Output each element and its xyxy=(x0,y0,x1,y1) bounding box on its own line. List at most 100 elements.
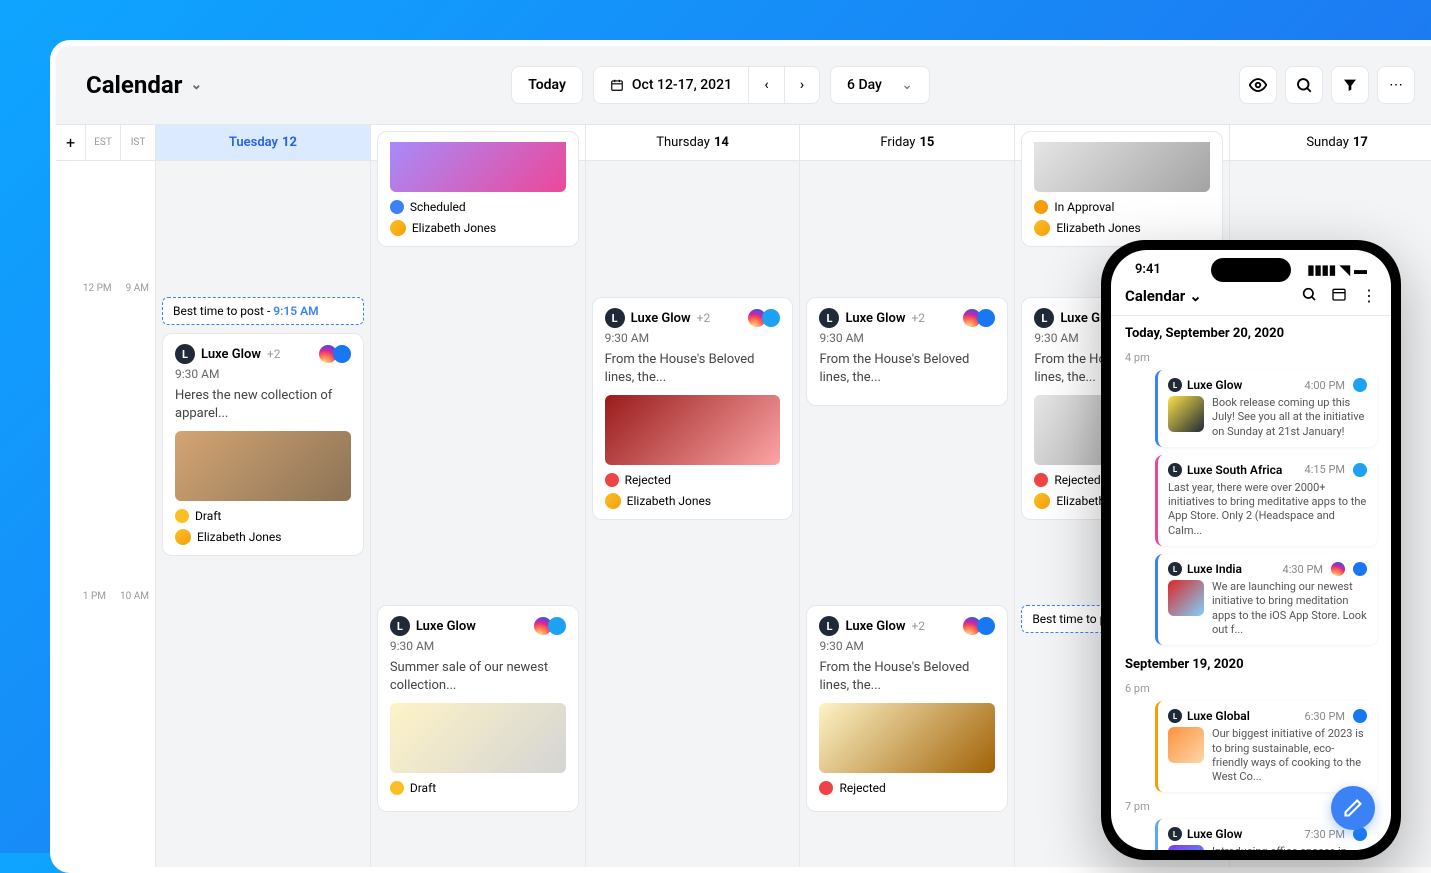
time-label: 12 PM9 AM xyxy=(83,283,149,294)
phone-mockup: 9:41 ▮▮▮▮ ◥ ▬ Calendar ⌄ ⋮ Today, Septem… xyxy=(1101,240,1401,860)
post-thumbnail xyxy=(605,395,781,465)
day-column-tue: Tuesday 12 Best time to post - 9:15 AM L… xyxy=(156,125,371,873)
status-draft-icon xyxy=(390,781,404,795)
eye-icon xyxy=(1249,76,1267,94)
user-name: Elizabeth Jones xyxy=(197,530,281,544)
post-thumbnail xyxy=(1168,396,1204,432)
post-time: 4:00 PM xyxy=(1305,379,1345,392)
user-name: Elizabeth Jones xyxy=(1056,221,1140,235)
more-count: +2 xyxy=(267,347,281,361)
phone-body[interactable]: Today, September 20, 2020 4 pm L Luxe Gl… xyxy=(1111,316,1391,850)
post-preview: Heres the new collection of apparel... xyxy=(175,387,351,423)
day-column-fri: Friday 15 L Luxe Glow +2 9:30 AM From th… xyxy=(800,125,1015,873)
post-card[interactable]: In Approval Elizabeth Jones xyxy=(1021,131,1223,247)
day-header[interactable]: Friday 15 xyxy=(800,125,1014,161)
post-preview: Summer sale of our newest collection... xyxy=(390,659,566,695)
instagram-icon xyxy=(1331,562,1345,576)
compose-fab[interactable] xyxy=(1331,786,1375,830)
date-range-button[interactable]: Oct 12-17, 2021 xyxy=(593,66,748,104)
brand-name: Luxe India xyxy=(1187,562,1242,576)
post-thumbnail xyxy=(1168,727,1204,763)
twitter-icon xyxy=(1353,463,1367,477)
post-card[interactable]: L Luxe Glow +2 9:30 AM From the House's … xyxy=(592,297,794,520)
social-badges xyxy=(967,617,995,635)
post-time: 7:30 PM xyxy=(1305,828,1345,841)
status-rejected-icon xyxy=(1034,473,1048,487)
more-count: +2 xyxy=(911,619,925,633)
more-vertical-icon[interactable]: ⋮ xyxy=(1361,286,1377,305)
twitter-icon xyxy=(548,617,566,635)
post-preview: Last year, there were over 2000+ initiat… xyxy=(1168,481,1367,538)
today-button[interactable]: Today xyxy=(511,66,583,104)
status-rejected-icon xyxy=(605,473,619,487)
brand-name: Luxe Glow xyxy=(631,311,691,326)
day-column-thu: Thursday 14 L Luxe Glow +2 9:30 AM From … xyxy=(586,125,801,873)
mobile-post-card[interactable]: L Luxe India 4:30 PM We are launching ou… xyxy=(1155,554,1377,645)
brand-name: Luxe Glow xyxy=(416,619,476,634)
user-avatar xyxy=(1034,493,1050,509)
post-card[interactable]: L Luxe Glow 9:30 AM Summer sale of our n… xyxy=(377,605,579,812)
day-header[interactable]: Sunday 17 xyxy=(1230,125,1431,161)
timezone-1: EST xyxy=(86,125,121,160)
date-nav: Oct 12-17, 2021 ‹ › xyxy=(593,66,820,104)
search-button[interactable] xyxy=(1285,66,1323,104)
calendar-icon[interactable] xyxy=(1331,286,1347,305)
post-card[interactable]: Scheduled Elizabeth Jones xyxy=(377,131,579,247)
more-button[interactable]: ⋯ xyxy=(1377,66,1415,104)
more-count: +2 xyxy=(911,311,925,325)
filter-button[interactable] xyxy=(1331,66,1369,104)
post-time: 9:30 AM xyxy=(390,639,566,653)
phone-title[interactable]: Calendar ⌄ xyxy=(1125,287,1202,305)
status-label: Scheduled xyxy=(410,200,466,214)
status-label: In Approval xyxy=(1054,200,1114,214)
facebook-icon xyxy=(1353,709,1367,723)
facebook-icon xyxy=(1353,562,1367,576)
status-label: Draft xyxy=(410,781,436,795)
day-column-wed: Wednesday 13 Scheduled Elizabeth Jones L… xyxy=(371,125,586,873)
next-button[interactable]: › xyxy=(784,66,820,104)
brand-avatar: L xyxy=(175,344,195,364)
prev-button[interactable]: ‹ xyxy=(748,66,784,104)
search-icon[interactable] xyxy=(1301,286,1317,305)
post-time: 4:15 PM xyxy=(1305,463,1345,476)
post-card[interactable]: L Luxe Glow +2 9:30 AM Heres the new col… xyxy=(162,333,364,556)
user-avatar xyxy=(390,220,406,236)
phone-clock: 9:41 xyxy=(1135,262,1161,278)
status-rejected-icon xyxy=(819,781,833,795)
post-time: 9:30 AM xyxy=(175,367,351,381)
post-thumbnail xyxy=(390,703,566,773)
post-preview: Introducing office spaces in towering sk… xyxy=(1212,845,1367,850)
brand-name: Luxe Glow xyxy=(845,311,905,326)
hour-label: 4 pm xyxy=(1125,351,1377,364)
view-select[interactable]: 6 Day ⌄ xyxy=(830,66,930,104)
page-title-group[interactable]: Calendar ⌄ xyxy=(86,71,202,99)
mobile-post-card[interactable]: L Luxe Global 6:30 PM Our biggest initia… xyxy=(1155,701,1377,792)
edit-icon xyxy=(1343,798,1363,818)
brand-avatar: L xyxy=(1168,827,1182,841)
status-label: Rejected xyxy=(625,473,671,487)
post-time: 9:30 AM xyxy=(819,639,995,653)
visibility-button[interactable] xyxy=(1239,66,1277,104)
mobile-post-card[interactable]: L Luxe Glow 4:00 PM Book release coming … xyxy=(1155,370,1377,447)
post-card[interactable]: L Luxe Glow +2 9:30 AM From the House's … xyxy=(806,605,1008,812)
day-header[interactable]: Tuesday 12 xyxy=(156,125,370,161)
time-column: + EST IST 12 PM9 AM 1 PM10 AM xyxy=(56,125,156,873)
add-button[interactable]: + xyxy=(56,125,86,160)
chevron-down-icon: ⌄ xyxy=(190,77,202,93)
chevron-down-icon: ⌄ xyxy=(901,77,913,93)
day-header[interactable]: Thursday 14 xyxy=(586,125,800,161)
more-count: +2 xyxy=(697,311,711,325)
post-preview: Our biggest initiative of 2023 is to bri… xyxy=(1212,727,1367,784)
post-card[interactable]: L Luxe Glow +2 9:30 AM From the House's … xyxy=(806,297,1008,406)
signal-icon: ▮▮▮▮ xyxy=(1307,263,1336,278)
search-icon xyxy=(1295,76,1313,94)
status-draft-icon xyxy=(175,509,189,523)
post-time: 4:30 PM xyxy=(1283,563,1323,576)
post-preview: Book release coming up this July! See yo… xyxy=(1212,396,1367,439)
mobile-post-card[interactable]: L Luxe South Africa 4:15 PM Last year, t… xyxy=(1155,455,1377,546)
social-badges xyxy=(323,345,351,363)
timezone-2: IST xyxy=(121,125,155,160)
facebook-icon xyxy=(977,617,995,635)
brand-name: Luxe Glow xyxy=(1187,378,1242,392)
status-label: Rejected xyxy=(1054,473,1100,487)
